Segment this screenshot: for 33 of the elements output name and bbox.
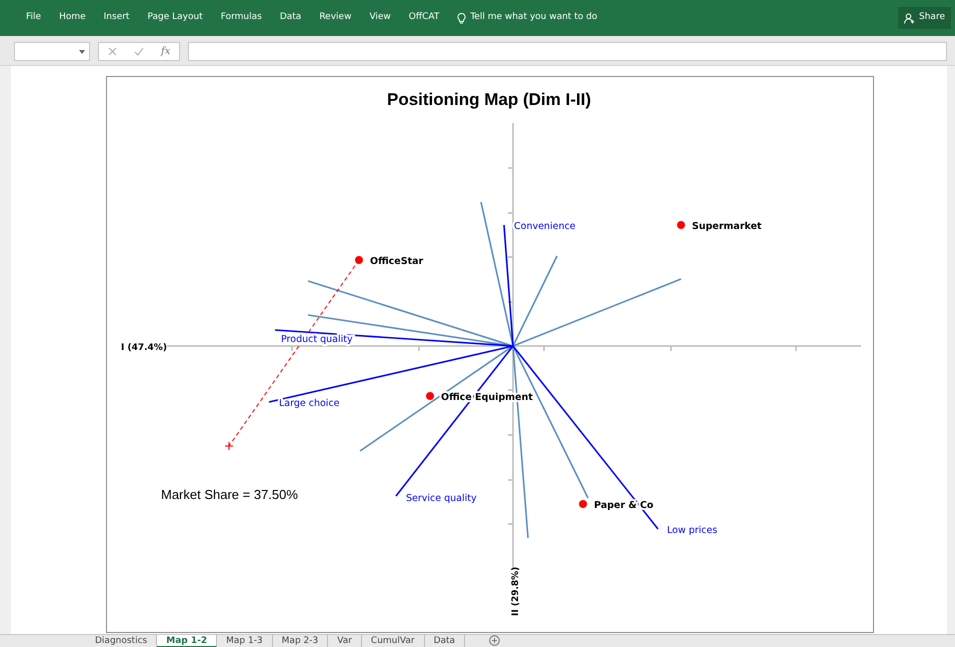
ribbon-tab[interactable]: View bbox=[361, 0, 401, 36]
sheet-tab[interactable]: Map 1-2 bbox=[157, 635, 218, 647]
insert-function-button[interactable]: fx bbox=[161, 44, 170, 59]
ribbon-tab[interactable]: Data bbox=[272, 0, 312, 36]
person-icon bbox=[904, 12, 916, 24]
ribbon-tab[interactable]: Page Layout bbox=[139, 0, 213, 36]
name-box[interactable] bbox=[14, 42, 90, 61]
variable-label: Convenience bbox=[514, 221, 576, 232]
market-share-label: Market Share = 37.50% bbox=[161, 487, 298, 502]
ribbon-tab[interactable]: Insert bbox=[96, 0, 140, 36]
point-label: Paper & Co bbox=[594, 500, 654, 511]
chart-title: Positioning Map (Dim I-II) bbox=[387, 90, 591, 109]
variable-label: Low prices bbox=[667, 525, 718, 536]
axis-label: I (47.4%) bbox=[121, 343, 167, 353]
point-label: Supermarket bbox=[692, 221, 762, 232]
variable-label: Product quality bbox=[281, 334, 353, 345]
variable-label: Large choice bbox=[279, 398, 340, 409]
cancel-icon[interactable] bbox=[108, 47, 117, 56]
ribbon-tab[interactable]: Home bbox=[51, 0, 96, 36]
check-icon[interactable] bbox=[134, 47, 144, 56]
tell-me-search[interactable]: Tell me what you want to do bbox=[470, 11, 598, 25]
point-label: OfficeStar bbox=[370, 256, 424, 267]
variable-label: Service quality bbox=[406, 493, 477, 504]
ribbon-tab[interactable]: Review bbox=[311, 0, 362, 36]
share-button[interactable]: Share bbox=[898, 7, 951, 29]
ribbon-tab[interactable]: Formulas bbox=[212, 0, 272, 36]
add-sheet-icon[interactable] bbox=[489, 635, 500, 646]
caret-icon bbox=[79, 50, 85, 54]
axis-label: II (29.8%) bbox=[511, 566, 521, 616]
ribbon-tab[interactable]: OffCAT bbox=[400, 0, 450, 36]
ribbon-tab[interactable]: File bbox=[18, 0, 52, 36]
lightbulb-icon bbox=[457, 12, 466, 24]
formula-input[interactable] bbox=[188, 42, 947, 61]
